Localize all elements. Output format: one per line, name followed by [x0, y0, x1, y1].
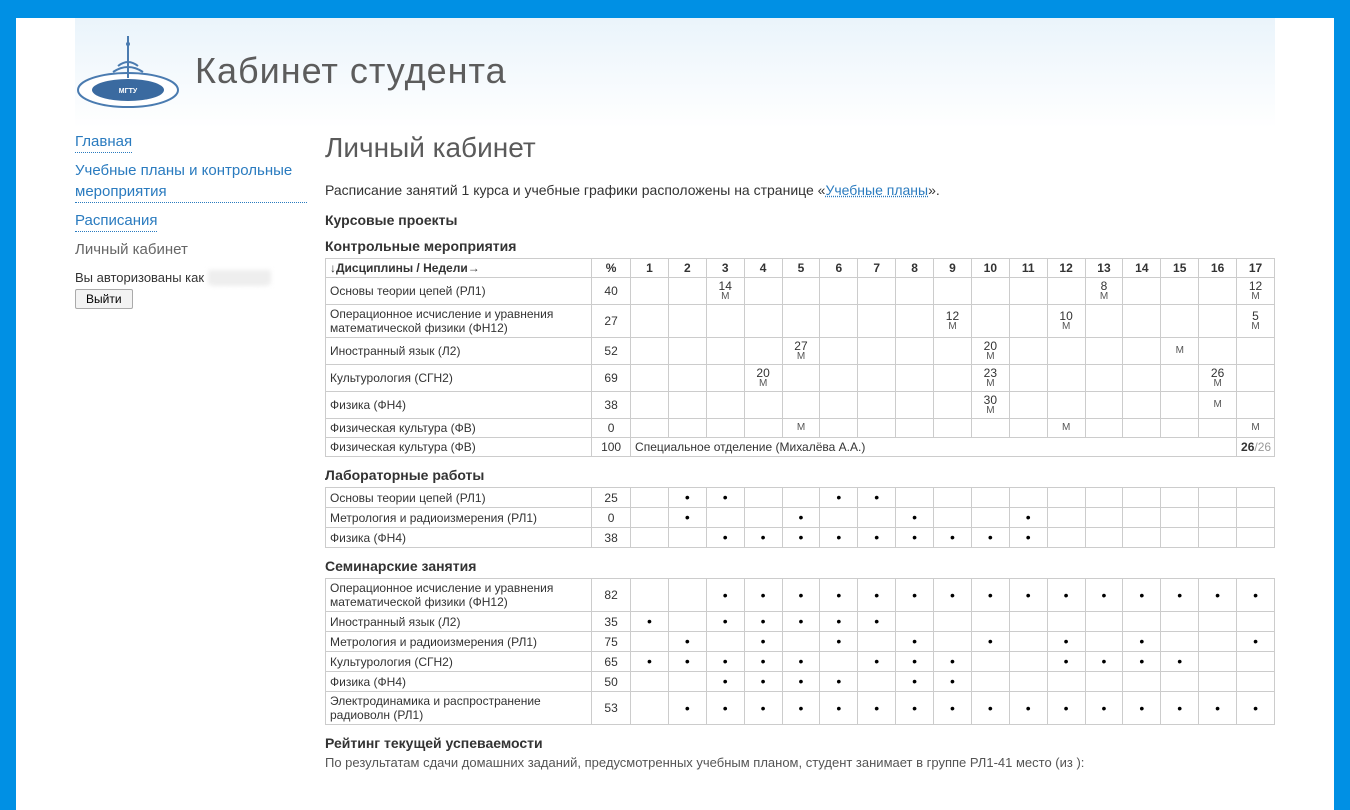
sidebar: Главная Учебные планы и контрольные мероп…	[75, 132, 325, 309]
rating-tail: По результатам сдачи домашних заданий, п…	[325, 755, 1275, 770]
table-row: Основы теории цепей (РЛ1)25••••	[326, 488, 1275, 508]
table-row: Физическая культура (ФВ)0МММ	[326, 419, 1275, 438]
sem-table: Операционное исчисление и уравнения мате…	[325, 578, 1275, 725]
university-logo: МГТУ	[75, 32, 181, 110]
table-row: Операционное исчисление и уравнения мате…	[326, 305, 1275, 338]
table-row: Физика (ФН4)3830ММ	[326, 392, 1275, 419]
section-sem: Семинарские занятия	[325, 558, 1275, 574]
section-lab: Лабораторные работы	[325, 467, 1275, 483]
section-km: Контрольные мероприятия	[325, 238, 1275, 254]
section-rating: Рейтинг текущей успеваемости	[325, 735, 1275, 751]
svg-text:МГТУ: МГТУ	[119, 88, 138, 95]
nav-item-3: Личный кабинет	[75, 240, 188, 260]
curricula-link[interactable]: Учебные планы	[825, 182, 928, 198]
site-title: Кабинет студента	[195, 50, 507, 92]
nav-item-2[interactable]: Расписания	[75, 211, 157, 232]
lab-table: Основы теории цепей (РЛ1)25••••Метрологи…	[325, 487, 1275, 548]
table-row-special: Физическая культура (ФВ)100Специальное о…	[326, 438, 1275, 457]
table-row: Электродинамика и распространение радиов…	[326, 692, 1275, 725]
nav-item-0[interactable]: Главная	[75, 132, 132, 153]
nav-item-1[interactable]: Учебные планы и контрольные мероприятия	[75, 161, 307, 203]
table-row: Культурология (СГН2)6920М23М26М	[326, 365, 1275, 392]
table-row: Физика (ФН4)38•••••••••	[326, 528, 1275, 548]
table-row: Иностранный язык (Л2)35••••••	[326, 612, 1275, 632]
auth-prefix: Вы авторизованы как	[75, 270, 208, 285]
table-row: Метрология и радиоизмерения (РЛ1)75•••••…	[326, 632, 1275, 652]
section-projects: Курсовые проекты	[325, 212, 1275, 228]
table-row: Физика (ФН4)50••••••	[326, 672, 1275, 692]
km-table: ↓Дисциплины / Недели→%123456789101112131…	[325, 258, 1275, 457]
auth-username: ██████	[208, 270, 271, 285]
table-row: Операционное исчисление и уравнения мате…	[326, 579, 1275, 612]
logout-button[interactable]: Выйти	[75, 289, 133, 309]
page-title: Личный кабинет	[325, 132, 1275, 164]
info-line: Расписание занятий 1 курса и учебные гра…	[325, 182, 1275, 198]
table-row: Культурология (СГН2)65••••••••••••	[326, 652, 1275, 672]
table-row: Основы теории цепей (РЛ1)4014М8М12М	[326, 278, 1275, 305]
table-row: Иностранный язык (Л2)5227М20ММ	[326, 338, 1275, 365]
auth-info: Вы авторизованы как ██████	[75, 270, 307, 285]
table-row: Метрология и радиоизмерения (РЛ1)0••••	[326, 508, 1275, 528]
